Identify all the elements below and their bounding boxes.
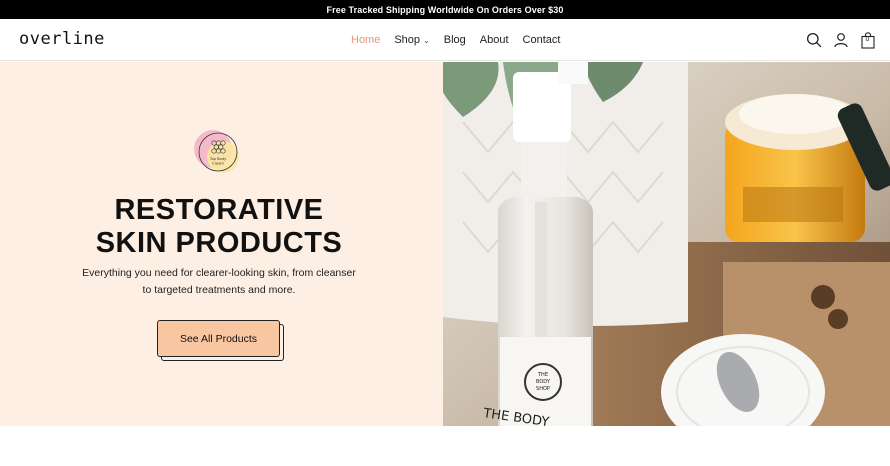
main-nav: Home Shop ⌄ Blog About Contact (351, 19, 574, 61)
announcement-text: Free Tracked Shipping Worldwide On Order… (326, 4, 564, 15)
nav-shop[interactable]: Shop ⌄ (394, 34, 429, 46)
hero-section: Top Body Cream RESTORATIVE SKIN PRODUCTS… (0, 62, 890, 426)
skincare-product-photo: THE BODY SHOP THE BODY (443, 62, 890, 426)
nav-blog[interactable]: Blog (444, 34, 466, 46)
nav-contact[interactable]: Contact (523, 34, 561, 46)
cta-wrapper: See All Products (157, 320, 284, 361)
nav-about[interactable]: About (480, 34, 509, 46)
hero-title-line2: SKIN PRODUCTS (95, 227, 343, 259)
svg-text:BODY: BODY (536, 379, 551, 385)
cart-count: 0 (865, 35, 870, 43)
nav-shop-label: Shop (394, 34, 421, 46)
see-all-products-button[interactable]: See All Products (157, 320, 280, 357)
hero-subtitle-line2: to targeted treatments and more. (142, 284, 296, 296)
hero-content: Top Body Cream RESTORATIVE SKIN PRODUCTS… (0, 62, 443, 426)
nav-contact-label: Contact (522, 34, 561, 46)
site-header: overline Home Shop ⌄ Blog About Contact 0 (0, 19, 890, 61)
hero-title-line1: RESTORATIVE (114, 194, 324, 226)
svg-text:THE: THE (537, 372, 548, 378)
hero-subtitle-line1: Everything you need for clearer-looking … (82, 267, 356, 279)
nav-about-label: About (479, 34, 509, 46)
account-icon[interactable] (832, 32, 849, 49)
announcement-bar: Free Tracked Shipping Worldwide On Order… (0, 0, 890, 19)
nav-home[interactable]: Home (351, 34, 380, 46)
nav-home-label: Home (351, 34, 381, 46)
hero-subtitle: Everything you need for clearer-looking … (60, 265, 378, 299)
cart-icon[interactable]: 0 (859, 31, 876, 49)
svg-text:Cream: Cream (212, 162, 224, 166)
hero-image: THE BODY SHOP THE BODY (443, 62, 890, 426)
top-body-cream-badge: Top Body Cream (194, 130, 239, 173)
svg-text:Top Body: Top Body (209, 157, 227, 161)
header-actions: 0 (805, 19, 876, 61)
chevron-down-icon: ⌄ (423, 35, 430, 45)
hero-title: RESTORATIVE SKIN PRODUCTS (0, 194, 438, 260)
nav-blog-label: Blog (443, 34, 466, 46)
svg-text:SHOP: SHOP (536, 386, 550, 392)
brand-logo[interactable]: overline (19, 29, 105, 49)
search-icon[interactable] (805, 32, 822, 49)
